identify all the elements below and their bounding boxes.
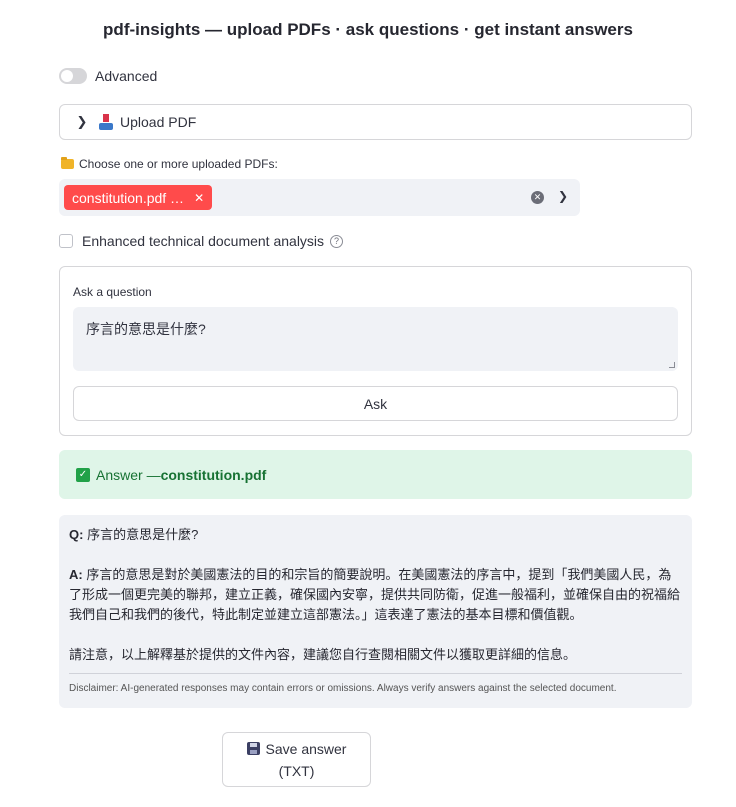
- pdf-select-label-text: Choose one or more uploaded PDFs:: [79, 157, 278, 171]
- answer-panel: Q: 序言的意思是什麼? A: 序言的意思是對於美國憲法的目的和宗旨的簡要說明。…: [59, 515, 692, 708]
- ask-button[interactable]: Ask: [73, 386, 678, 421]
- answer-note: 請注意，以上解釋基於提供的文件內容，建議您自行查閱相關文件以獲取更詳細的信息。: [69, 647, 577, 662]
- upload-pdf-label: Upload PDF: [120, 114, 197, 130]
- save-answer-line1: Save answer: [246, 738, 347, 760]
- question-prefix: Q:: [69, 527, 84, 542]
- pdf-select-label: Choose one or more uploaded PDFs:: [61, 157, 278, 171]
- check-mark-icon: ✓: [76, 467, 90, 482]
- chevron-down-icon[interactable]: ❯: [558, 189, 568, 203]
- enhanced-analysis-label: Enhanced technical document analysis: [82, 233, 325, 249]
- question-input-value: 序言的意思是什麼?: [86, 321, 206, 337]
- question-form: Ask a question 序言的意思是什麼? Ask: [59, 266, 692, 436]
- resize-handle-icon[interactable]: [669, 362, 675, 368]
- inbox-tray-icon: [98, 114, 114, 130]
- question-input[interactable]: 序言的意思是什麼?: [73, 307, 678, 371]
- help-icon[interactable]: ?: [330, 234, 344, 248]
- pdf-multiselect[interactable]: constitution.pdf … ✕ ✕ ❯: [59, 179, 580, 216]
- question-echo-text: 序言的意思是什麼?: [83, 527, 199, 542]
- answer-paragraph: A: 序言的意思是對於美國憲法的目的和宗旨的簡要說明。在美國憲法的序言中，提到「…: [69, 565, 682, 625]
- answer-status-prefix: Answer —: [96, 466, 161, 483]
- answer-status-banner: ✓ Answer — constitution.pdf: [59, 450, 692, 499]
- enhanced-analysis-checkbox[interactable]: [59, 234, 73, 248]
- folder-icon: [61, 157, 74, 169]
- answer-prefix: A:: [69, 567, 83, 582]
- save-answer-button[interactable]: Save answer (TXT): [222, 732, 371, 787]
- page-title: pdf-insights — upload PDFs · ask questio…: [103, 20, 633, 39]
- answer-document-name: constitution.pdf: [160, 466, 267, 483]
- divider: [69, 673, 682, 674]
- save-answer-label: Save answer: [265, 740, 347, 757]
- chevron-right-icon: ❯: [76, 114, 88, 129]
- enhanced-analysis-option[interactable]: Enhanced technical document analysis ?: [59, 233, 344, 249]
- selected-pdf-chip[interactable]: constitution.pdf … ✕: [64, 185, 213, 210]
- toggle-switch[interactable]: [59, 68, 87, 84]
- floppy-disk-icon: [246, 741, 260, 755]
- clear-selection-icon[interactable]: ✕: [531, 191, 544, 204]
- advanced-toggle[interactable]: Advanced: [59, 68, 157, 84]
- advanced-toggle-label: Advanced: [95, 68, 158, 84]
- chip-remove-icon[interactable]: ✕: [194, 191, 204, 205]
- save-answer-format: (TXT): [278, 762, 315, 779]
- question-echo: Q: 序言的意思是什麼?: [69, 525, 682, 545]
- question-label: Ask a question: [73, 285, 152, 299]
- disclaimer-text: Disclaimer: AI-generated responses may c…: [69, 683, 617, 694]
- answer-text: 序言的意思是對於美國憲法的目的和宗旨的簡要說明。在美國憲法的序言中，提到「我們美…: [69, 567, 681, 622]
- chip-label: constitution.pdf …: [72, 189, 185, 206]
- upload-pdf-expander[interactable]: ❯ Upload PDF: [59, 104, 692, 140]
